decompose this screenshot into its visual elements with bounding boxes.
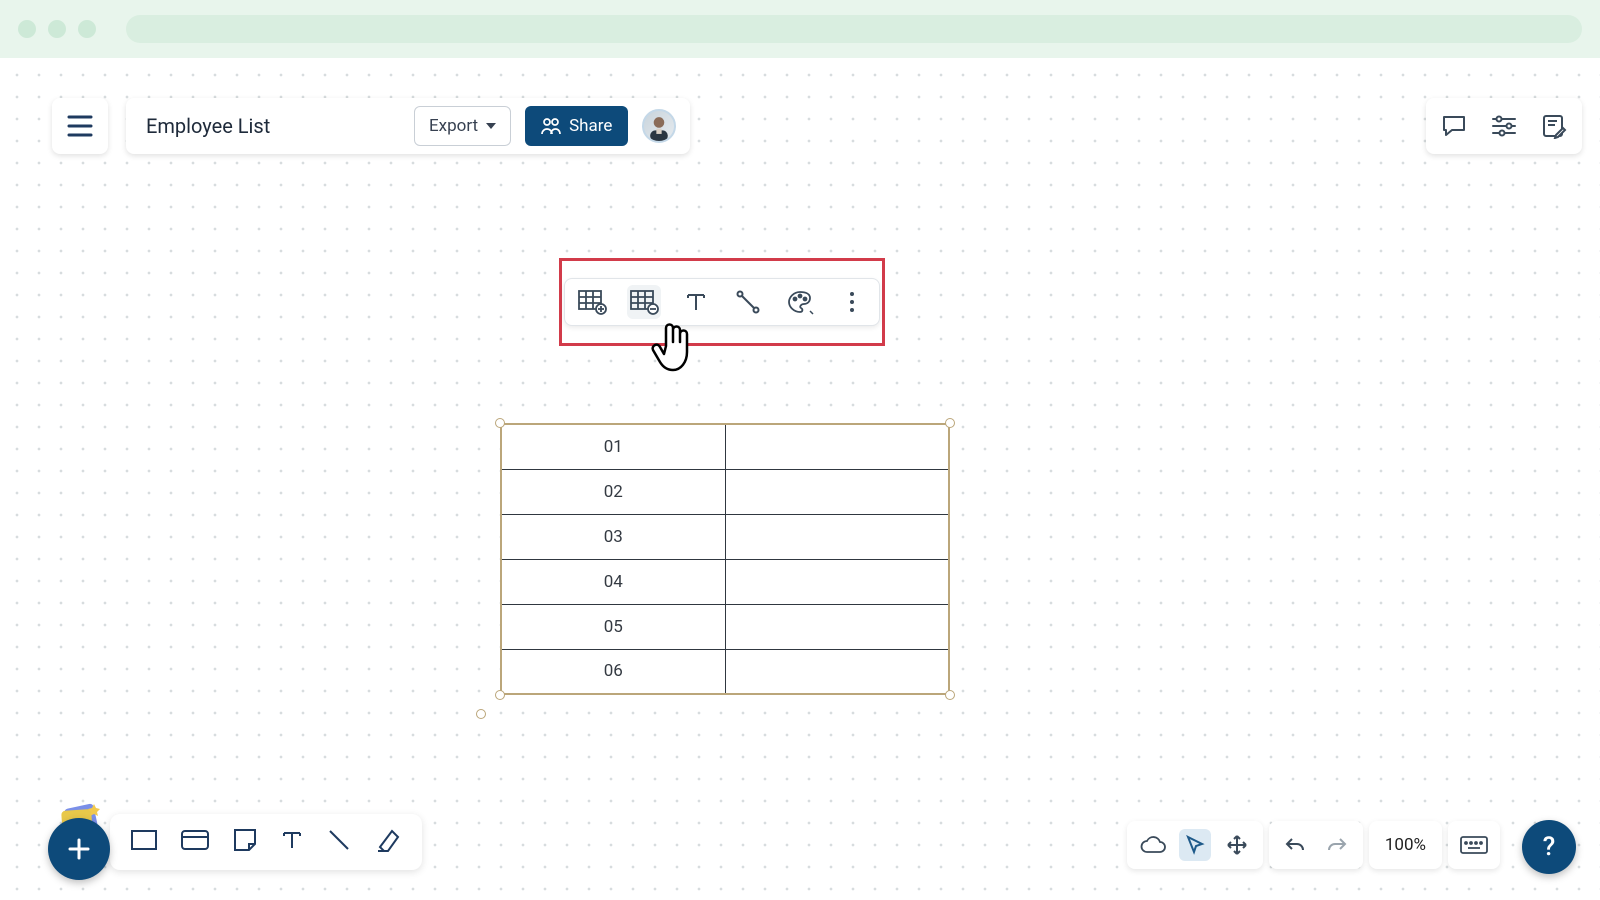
export-button[interactable]: Export [414, 106, 511, 146]
table-cell[interactable] [725, 604, 949, 649]
contextual-toolbar [564, 278, 880, 326]
window-dot [78, 20, 96, 38]
add-shape-fab[interactable] [48, 818, 110, 880]
help-label: ? [1543, 832, 1556, 862]
card-tool[interactable] [180, 829, 210, 855]
more-vertical-icon [848, 290, 856, 314]
url-bar[interactable] [126, 15, 1582, 43]
table-cell[interactable]: 05 [501, 604, 725, 649]
resize-handle[interactable] [495, 690, 505, 700]
table-remove-button[interactable] [627, 285, 661, 319]
people-icon [541, 117, 561, 135]
line-tool[interactable] [326, 827, 352, 857]
zoom-level[interactable]: 100% [1379, 835, 1432, 855]
browser-chrome [0, 0, 1600, 58]
more-options-button[interactable] [835, 285, 869, 319]
window-dot [18, 20, 36, 38]
highlighter-tool[interactable] [374, 827, 402, 857]
share-label: Share [569, 116, 612, 136]
table-row[interactable]: 04 [501, 559, 949, 604]
text-icon [280, 828, 304, 852]
resize-handle[interactable] [945, 418, 955, 428]
keyboard-icon [1459, 835, 1489, 855]
edit-button[interactable] [1536, 108, 1572, 144]
table-cell[interactable] [725, 649, 949, 694]
table-cell[interactable]: 04 [501, 559, 725, 604]
table-cell[interactable]: 02 [501, 469, 725, 514]
cloud-icon [1139, 835, 1167, 855]
rectangle-icon [130, 829, 158, 851]
table-cell[interactable]: 01 [501, 424, 725, 469]
canvas[interactable]: Employee List Export Share [0, 58, 1600, 900]
table-row[interactable]: 06 [501, 649, 949, 694]
connector-button[interactable] [731, 285, 765, 319]
data-table[interactable]: 01 02 03 04 05 06 [500, 423, 950, 695]
chevron-down-icon [486, 123, 496, 129]
line-icon [326, 827, 352, 853]
pan-mode-button[interactable] [1221, 829, 1253, 861]
redo-button[interactable] [1321, 829, 1353, 861]
sticky-note-tool[interactable] [232, 827, 258, 857]
text-tool[interactable] [280, 828, 304, 856]
export-label: Export [429, 116, 478, 136]
color-button[interactable] [783, 285, 817, 319]
plus-icon [65, 835, 93, 863]
redo-icon [1325, 835, 1349, 855]
table-cell[interactable] [725, 514, 949, 559]
text-tool-button[interactable] [679, 285, 713, 319]
settings-button[interactable] [1486, 108, 1522, 144]
table-row[interactable]: 03 [501, 514, 949, 559]
highlighter-icon [374, 827, 402, 853]
help-button[interactable]: ? [1522, 820, 1576, 874]
hamburger-icon [67, 115, 93, 137]
window-dot [48, 20, 66, 38]
undo-icon [1283, 835, 1307, 855]
document-title[interactable]: Employee List [140, 110, 400, 142]
table-row[interactable]: 05 [501, 604, 949, 649]
sticky-note-icon [232, 827, 258, 853]
user-avatar[interactable] [642, 109, 676, 143]
pointer-mode-button[interactable] [1179, 829, 1211, 861]
pointer-icon [1184, 834, 1206, 856]
table-row[interactable]: 02 [501, 469, 949, 514]
undo-button[interactable] [1279, 829, 1311, 861]
palette-icon [786, 289, 814, 315]
table-cell[interactable] [725, 559, 949, 604]
resize-handle[interactable] [495, 418, 505, 428]
connector-icon [735, 289, 761, 315]
note-edit-icon [1541, 113, 1567, 139]
header-card: Employee List Export Share [126, 98, 690, 154]
table-shape[interactable]: 01 02 03 04 05 06 [500, 423, 950, 695]
table-row[interactable]: 01 [501, 424, 949, 469]
comments-button[interactable] [1436, 108, 1472, 144]
cloud-sync-button[interactable] [1137, 829, 1169, 861]
shape-toolbar [110, 814, 422, 870]
sliders-icon [1490, 114, 1518, 138]
rectangle-tool[interactable] [130, 829, 158, 855]
resize-handle[interactable] [945, 690, 955, 700]
contextual-toolbar-highlight [559, 258, 885, 346]
rotate-handle[interactable] [476, 709, 486, 719]
keyboard-shortcuts-button[interactable] [1458, 829, 1490, 861]
table-cell[interactable] [725, 469, 949, 514]
table-remove-icon [629, 289, 659, 315]
text-icon [684, 290, 708, 314]
table-cell[interactable]: 06 [501, 649, 725, 694]
move-icon [1225, 833, 1249, 857]
table-cell[interactable] [725, 424, 949, 469]
top-right-tools [1426, 98, 1582, 154]
status-bar: 100% [1127, 820, 1500, 870]
table-add-button[interactable] [575, 285, 609, 319]
share-button[interactable]: Share [525, 106, 628, 146]
card-icon [180, 829, 210, 851]
main-menu-button[interactable] [52, 98, 108, 154]
table-add-icon [577, 289, 607, 315]
chat-icon [1440, 113, 1468, 139]
table-cell[interactable]: 03 [501, 514, 725, 559]
